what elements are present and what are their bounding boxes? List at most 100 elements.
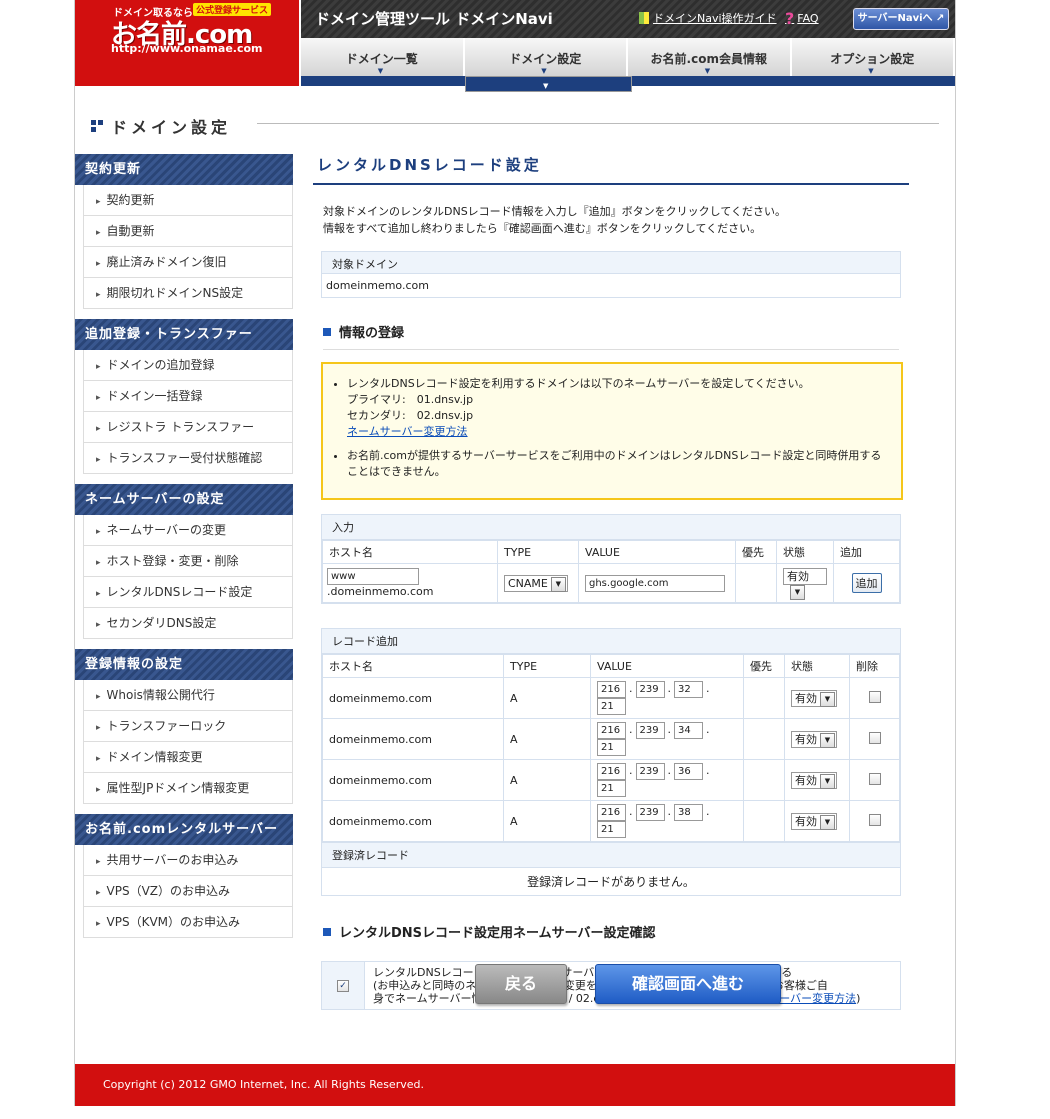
sidebar-item-transfer-status[interactable]: トランスファー受付状態確認 xyxy=(83,443,293,474)
record-type: A xyxy=(503,718,591,760)
sidebar-item-whois[interactable]: Whois情報公開代行 xyxy=(83,680,293,711)
ns-change-link[interactable]: ネームサーバー変更方法 xyxy=(347,425,468,438)
status-select[interactable]: 有効▼ xyxy=(791,771,837,789)
col-type: TYPE xyxy=(503,654,591,678)
ns-confirm-close: ) xyxy=(856,992,861,1005)
title-squares-icon xyxy=(91,120,103,134)
sidebar-item-domain-info[interactable]: ドメイン情報変更 xyxy=(83,742,293,773)
sidebar-item-restore[interactable]: 廃止済みドメイン復旧 xyxy=(83,247,293,278)
sidebar-item-renewal[interactable]: 契約更新 xyxy=(83,185,293,216)
ns-confirm-check-cell: ✓ xyxy=(322,962,365,1009)
delete-checkbox[interactable] xyxy=(868,813,881,826)
type-select[interactable]: CNAME ▼ xyxy=(504,574,568,592)
ip-octet-input[interactable]: 21 xyxy=(597,821,626,838)
notice-line: レンタルDNSレコード設定を利用するドメインは以下のネームサーバーを設定してくだ… xyxy=(347,377,810,390)
sidebar-item-bulk-register[interactable]: ドメイン一括登録 xyxy=(83,381,293,412)
ip-octet-input[interactable]: 216 xyxy=(597,681,626,698)
add-button[interactable]: 追加 xyxy=(851,573,882,593)
sidebar-item-jp-domain[interactable]: 属性型JPドメイン情報変更 xyxy=(83,773,293,804)
ip-octet-input[interactable]: 239 xyxy=(635,763,665,780)
sidebar-item-expired-ns[interactable]: 期限切れドメインNS設定 xyxy=(83,278,293,309)
ip-octet-input[interactable]: 38 xyxy=(674,804,703,821)
record-type: A xyxy=(503,800,591,842)
sidebar-item-secondary-dns[interactable]: セカンダリDNS設定 xyxy=(83,608,293,639)
sidebar: 契約更新 契約更新 自動更新 廃止済みドメイン復旧 期限切れドメインNS設定 追… xyxy=(75,154,293,948)
tab-domain-list[interactable]: ドメイン一覧 xyxy=(301,38,465,76)
dropdown-arrow-icon: ▼ xyxy=(550,576,566,592)
delete-checkbox[interactable] xyxy=(868,731,881,744)
server-navi-button[interactable]: サーバーNaviへ ↗ xyxy=(853,8,949,30)
tab-option-settings[interactable]: オプション設定 xyxy=(791,38,955,76)
confirm-button[interactable]: 確認画面へ進む xyxy=(595,964,781,1004)
sidebar-item-shared-server[interactable]: 共用サーバーのお申込み xyxy=(83,845,293,876)
footer: Copyright (c) 2012 GMO Internet, Inc. Al… xyxy=(75,1064,955,1106)
records-caption: レコード追加 xyxy=(322,629,900,654)
col-status: 状態 xyxy=(776,540,834,564)
ip-octet-input[interactable]: 21 xyxy=(597,739,626,756)
guide-link[interactable]: ドメインNavi操作ガイド xyxy=(639,10,777,26)
table-row: domeinmemo.com A 216. 239. 32.21 有効 ▼ xyxy=(322,677,900,719)
top-bar: ドメイン管理ツール ドメインNavi ドメインNavi操作ガイド ? FAQ サー… xyxy=(301,0,955,38)
status-select[interactable]: 有効▼ xyxy=(791,689,837,707)
sidebar-item-host[interactable]: ホスト登録・変更・削除 xyxy=(83,546,293,577)
sidebar-item-auto-renewal[interactable]: 自動更新 xyxy=(83,216,293,247)
nav-underline xyxy=(301,76,955,94)
col-priority: 優先 xyxy=(735,540,777,564)
delete-checkbox[interactable] xyxy=(868,690,881,703)
target-domain-box: 対象ドメイン domeinmemo.com xyxy=(321,251,901,298)
faq-link-label: FAQ xyxy=(797,12,819,25)
sidebar-item-add-domain[interactable]: ドメインの追加登録 xyxy=(83,350,293,381)
ip-octet-input[interactable]: 239 xyxy=(635,722,665,739)
ip-octet-input[interactable]: 239 xyxy=(635,804,665,821)
sidebar-item-transfer-lock[interactable]: トランスファーロック xyxy=(83,711,293,742)
priority-cell xyxy=(735,563,777,603)
sidebar-heading: 契約更新 xyxy=(75,154,293,185)
ns-confirm-checkbox[interactable]: ✓ xyxy=(337,979,349,992)
value-input[interactable]: ghs.google.com xyxy=(585,574,725,592)
ip-octet-input[interactable]: 216 xyxy=(597,722,626,739)
page-title: ドメイン設定 xyxy=(91,114,231,138)
status-select[interactable]: 有効▼ xyxy=(783,568,827,600)
records-table: レコード追加 ホスト名 TYPE VALUE 優先 状態 削除 domeinme… xyxy=(321,628,901,896)
tab-member-info[interactable]: お名前.com会員情報 xyxy=(628,38,792,76)
status-select[interactable]: 有効▼ xyxy=(791,730,837,748)
dropdown-arrow-icon: ▼ xyxy=(820,691,835,707)
faq-link[interactable]: ? FAQ xyxy=(785,9,819,28)
col-status: 状態 xyxy=(784,654,850,678)
sidebar-item-rental-dns[interactable]: レンタルDNSレコード設定 xyxy=(83,577,293,608)
sidebar-item-ns-change[interactable]: ネームサーバーの変更 xyxy=(83,515,293,546)
onamae-logo[interactable]: ドメイン取るなら 公式登録サービス お名前.com http://www.ona… xyxy=(75,0,299,86)
sidebar-heading: 登録情報の設定 xyxy=(75,649,293,680)
tab-domain-settings[interactable]: ドメイン設定 xyxy=(464,38,628,76)
record-host: domeinmemo.com xyxy=(322,759,504,801)
sidebar-heading: 追加登録・トランスファー xyxy=(75,319,293,350)
page-title-text: ドメイン設定 xyxy=(111,118,232,137)
ip-octet-input[interactable]: 32 xyxy=(674,681,703,698)
ip-octet-input[interactable]: 216 xyxy=(597,763,626,780)
status-select-value: 有効 xyxy=(795,732,817,746)
delete-checkbox[interactable] xyxy=(868,772,881,785)
title-divider xyxy=(257,123,939,124)
record-host: domeinmemo.com xyxy=(322,800,504,842)
sidebar-item-vps-vz[interactable]: VPS（VZ）のお申込み xyxy=(83,876,293,907)
beginner-mark-icon xyxy=(639,12,649,24)
record-priority xyxy=(743,800,785,842)
status-select-value: 有効 xyxy=(787,570,809,583)
sidebar-item-registrar-transfer[interactable]: レジストラ トランスファー xyxy=(83,412,293,443)
back-button[interactable]: 戻る xyxy=(475,964,567,1004)
ip-octet-input[interactable]: 216 xyxy=(597,804,626,821)
ip-octet-input[interactable]: 34 xyxy=(674,722,703,739)
ip-octet-input[interactable]: 21 xyxy=(597,780,626,797)
table-row: domeinmemo.com A 216. 239. 38.21 有効 ▼ xyxy=(322,800,900,842)
ip-octet-input[interactable]: 36 xyxy=(674,763,703,780)
sidebar-group-renewal: 契約更新 契約更新 自動更新 廃止済みドメイン復旧 期限切れドメインNS設定 xyxy=(75,154,293,309)
sidebar-item-vps-kvm[interactable]: VPS（KVM）のお申込み xyxy=(83,907,293,938)
intro-line: 対象ドメインのレンタルDNSレコード情報を入力し『追加』ボタンをクリックしてくだ… xyxy=(323,205,787,218)
notice-secondary: セカンダリ: 02.dnsv.jp xyxy=(347,409,474,422)
host-input[interactable]: www xyxy=(327,568,419,585)
status-select[interactable]: 有効▼ xyxy=(791,812,837,830)
col-value: VALUE xyxy=(578,540,736,564)
input-table: 入力 ホスト名 TYPE VALUE 優先 状態 追加 www .domeinm… xyxy=(321,514,901,604)
ip-octet-input[interactable]: 21 xyxy=(597,698,626,715)
ip-octet-input[interactable]: 239 xyxy=(635,681,665,698)
